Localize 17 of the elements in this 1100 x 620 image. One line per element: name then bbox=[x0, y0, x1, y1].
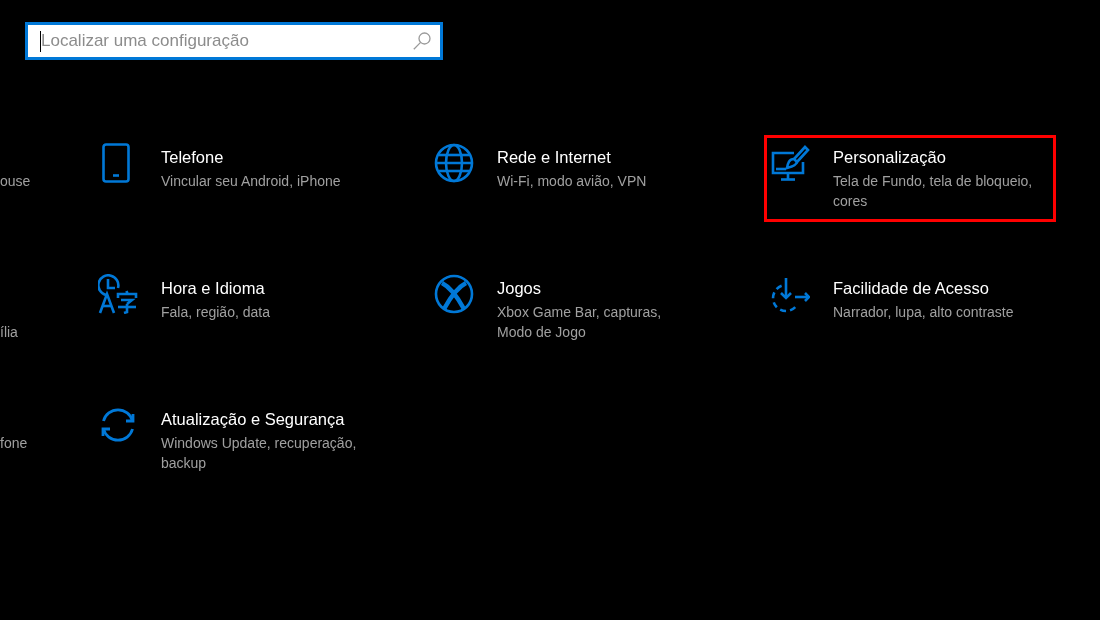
category-tile[interactable]: Telefone Vincular seu Android, iPhone bbox=[92, 135, 384, 202]
globe-icon bbox=[434, 143, 474, 183]
category-description: ouse bbox=[0, 172, 31, 191]
search-field[interactable]: Localizar uma configuração bbox=[25, 22, 443, 60]
category-tile[interactable]: Hora e Idioma Fala, região, data bbox=[92, 266, 384, 333]
category-tile[interactable]: Jogos Xbox Game Bar, capturas, Modo de Jogo bbox=[428, 266, 720, 353]
monitor-brush-icon bbox=[770, 143, 810, 183]
text-cursor bbox=[40, 31, 41, 52]
category-tile[interactable]: Rede e Internet Wi-Fi, modo avião, VPN bbox=[428, 135, 720, 202]
category-tile[interactable]: Personalização Tela de Fundo, tela de bloqueio, cores bbox=[764, 135, 1056, 222]
clock-language-icon bbox=[98, 274, 138, 314]
category-tile[interactable]: Atualização e Segurança Windows Update, recuperação, backup bbox=[92, 397, 384, 484]
xbox-logo-icon bbox=[434, 274, 474, 314]
category-description: fone bbox=[0, 434, 28, 453]
category-description: ília bbox=[0, 323, 18, 342]
search-icon[interactable] bbox=[413, 32, 431, 50]
category-tile[interactable]: Facilidade de Acesso Narrador, lupa, alto contraste bbox=[764, 266, 1056, 333]
